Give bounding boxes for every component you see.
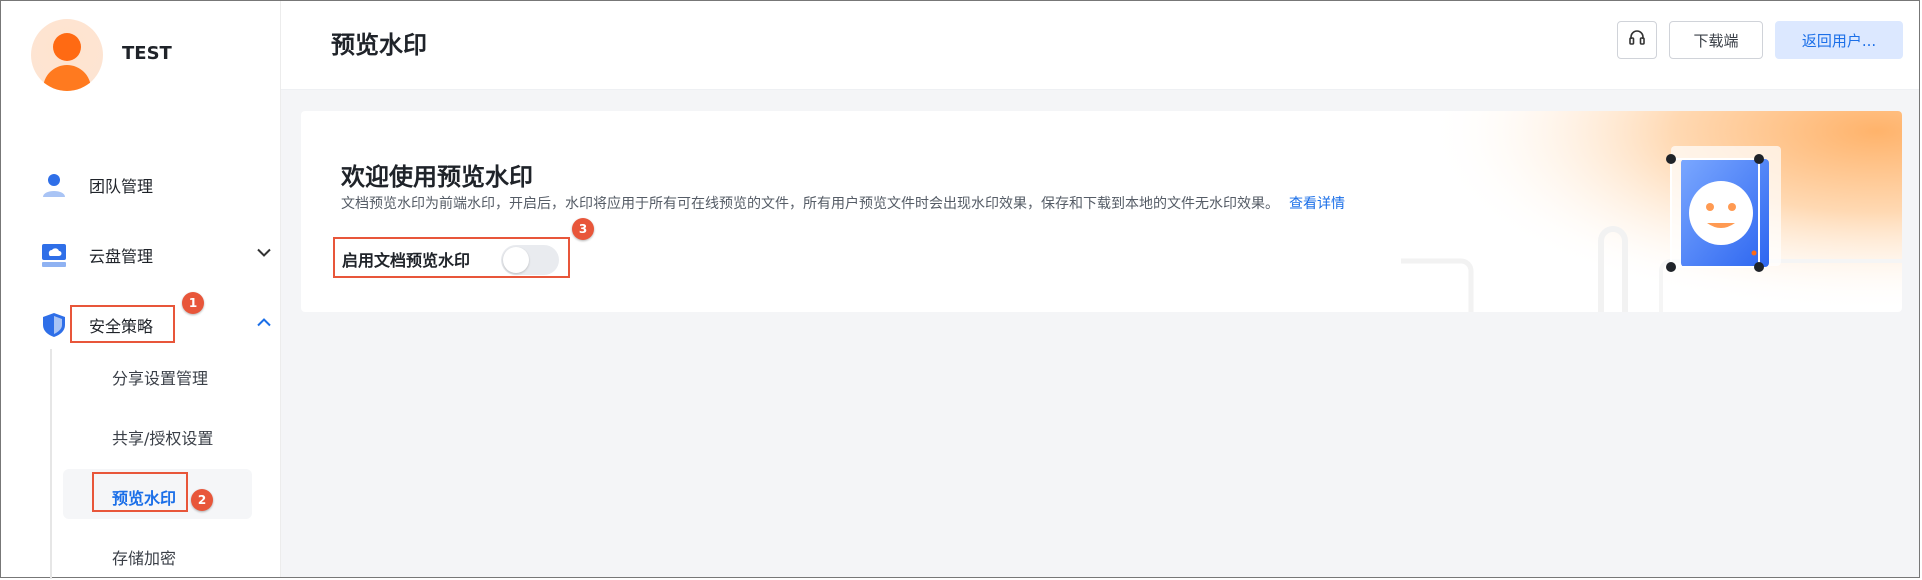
sidebar-item-team[interactable]: 团队管理 [41,171,153,199]
watermark-illustration [1401,111,1902,312]
annotation-badge-2: 2 [191,489,213,511]
card-description-text: 文档预览水印为前端水印，开启后，水印将应用于所有可在线预览的文件，所有用户预览文… [341,196,1279,212]
cloud-drive-icon [41,242,67,268]
welcome-card: 欢迎使用预览水印 文档预览水印为前端水印，开启后，水印将应用于所有可在线预览的文… [301,111,1902,312]
submenu-tree-line [50,349,52,579]
sidebar-subitem-share-settings[interactable]: 分享设置管理 [112,365,208,389]
shield-icon [41,312,67,338]
avatar-head [53,33,81,61]
sidebar-subitem-sharing-authorization[interactable]: 共享/授权设置 [112,425,213,449]
download-client-button[interactable]: 下载端 [1669,21,1763,59]
annotation-box-preview-watermark [92,472,188,512]
sidebar-subitem-storage-encryption[interactable]: 存储加密 [112,545,176,569]
customer-support-button[interactable] [1617,21,1657,59]
sidebar-item-cloud-drive[interactable]: 云盘管理 [41,241,271,269]
annotation-box-toggle [333,237,570,278]
card-description: 文档预览水印为前端水印，开启后，水印将应用于所有可在线预览的文件，所有用户预览文… [341,193,1345,213]
avatar-body [43,65,91,91]
top-bar: 预览水印 下载端 返回用户... [281,1,1919,90]
chevron-down-icon[interactable] [256,245,272,266]
headset-icon [1628,29,1646,51]
annotation-box-security [70,305,175,343]
card-title: 欢迎使用预览水印 [341,163,533,191]
view-details-link[interactable]: 查看详情 [1289,196,1345,212]
user-name: TEST [122,43,172,64]
sidebar-item-label: 云盘管理 [89,247,154,266]
sidebar-item-label: 团队管理 [89,177,154,196]
team-icon [41,172,67,198]
annotation-badge-1: 1 [182,292,204,314]
main-content: 预览水印 下载端 返回用户... 欢迎使用预览水印 文档预览水印为前端水印，开启… [281,1,1919,577]
chevron-up-icon[interactable] [256,315,272,336]
page-title: 预览水印 [331,31,427,59]
return-to-user-button[interactable]: 返回用户... [1775,21,1903,59]
annotation-badge-3: 3 [572,218,594,240]
avatar[interactable] [31,19,103,91]
